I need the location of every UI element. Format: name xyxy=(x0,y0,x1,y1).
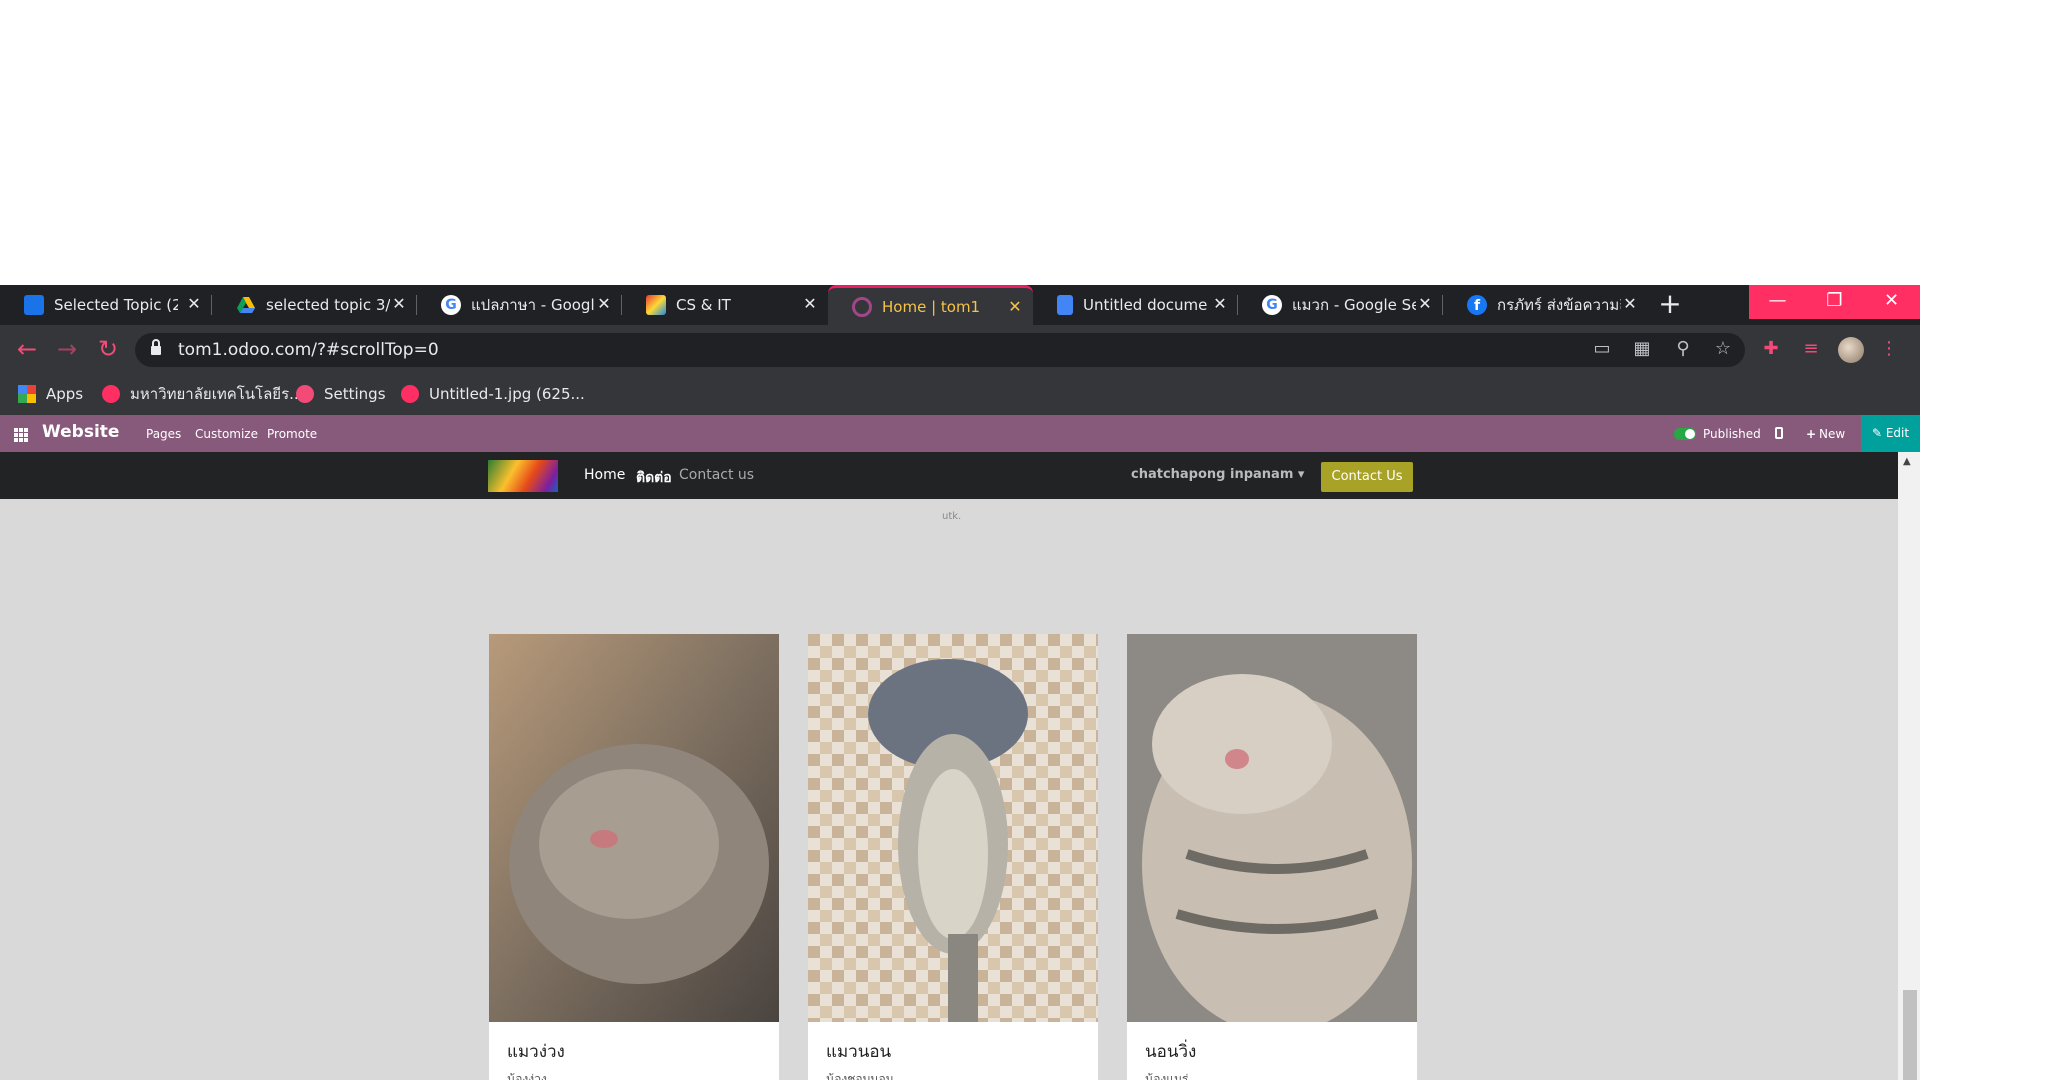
bookmark-apps[interactable]: Apps xyxy=(18,382,83,406)
close-icon[interactable]: ✕ xyxy=(1415,294,1435,313)
page-caption: utk. xyxy=(942,511,962,522)
odoo-app-name[interactable]: Website xyxy=(42,422,119,442)
caret-down-icon: ▾ xyxy=(1297,467,1305,482)
tab-google-search[interactable]: G แมวก - Google Sea ✕ xyxy=(1238,285,1443,325)
bookmark-settings[interactable]: Settings xyxy=(296,382,386,406)
bookmark-untitled-jpg[interactable]: Untitled-1.jpg (625... xyxy=(401,382,585,406)
nav-contact-us[interactable]: Contact us xyxy=(679,467,754,483)
reading-list-icon[interactable]: ≡ xyxy=(1798,336,1824,362)
close-icon[interactable]: ✕ xyxy=(389,294,409,313)
google-icon: G xyxy=(1262,295,1282,315)
tab-untitled-document[interactable]: Untitled document ✕ xyxy=(1033,285,1238,325)
pencil-icon: ✎ xyxy=(1871,426,1886,440)
extensions-puzzle-icon[interactable]: ✚ xyxy=(1758,336,1784,362)
bookmark-label: Settings xyxy=(324,385,386,403)
close-icon[interactable]: ✕ xyxy=(1005,297,1025,316)
card-2[interactable]: แมวนอน น้องชอบนอน xyxy=(808,634,1098,1080)
card-title: นอนวิ่ง xyxy=(1145,1042,1197,1062)
plus-icon: + xyxy=(1806,427,1817,441)
url-text[interactable]: tom1.odoo.com/?#scrollTop=0 xyxy=(178,340,439,360)
menu-pages[interactable]: Pages xyxy=(146,427,181,441)
tab-cs-it[interactable]: CS & IT ✕ xyxy=(622,285,828,325)
close-icon[interactable]: ✕ xyxy=(800,294,820,313)
google-icon: G xyxy=(441,295,461,315)
back-arrow-icon[interactable]: ← xyxy=(12,334,42,364)
tab-title: แปลภาษา - Google xyxy=(471,296,595,314)
bookmark-label: Apps xyxy=(46,385,84,403)
close-icon[interactable]: ✕ xyxy=(184,294,204,313)
nav-home[interactable]: Home xyxy=(584,467,625,483)
settings-gear-icon xyxy=(296,385,314,403)
restore-button[interactable]: ❐ xyxy=(1806,285,1863,319)
google-classroom-icon xyxy=(24,295,44,315)
card-1[interactable]: แมวง่วง น้องง่วง xyxy=(489,634,779,1080)
card-3[interactable]: นอนวิ่ง น้องแมร่ xyxy=(1127,634,1417,1080)
menu-kebab-icon[interactable]: ⋮ xyxy=(1876,336,1902,362)
nav-contact-thai[interactable]: ติดต่อ xyxy=(636,467,672,489)
tab-title: Home | tom1 xyxy=(882,297,981,316)
menu-promote[interactable]: Promote xyxy=(267,427,317,441)
close-icon[interactable]: ✕ xyxy=(1210,294,1230,313)
bookmark-label: มหาวิทยาลัยเทคโนโลยีร... xyxy=(130,385,304,403)
qr-code-icon[interactable]: ▦ xyxy=(1629,336,1655,362)
tab-translate[interactable]: G แปลภาษา - Google ✕ xyxy=(417,285,622,325)
scrollbar-thumb[interactable] xyxy=(1903,990,1917,1080)
app-menu-grid-icon[interactable] xyxy=(14,427,28,442)
card-title: แมวนอน xyxy=(826,1042,892,1062)
scroll-up-arrow-icon[interactable]: ▲ xyxy=(1903,456,1911,467)
new-button[interactable]: New xyxy=(1819,427,1845,441)
site-icon xyxy=(646,295,666,315)
tab-title: CS & IT xyxy=(676,296,731,314)
bookmark-site-icon xyxy=(401,385,419,403)
site-header xyxy=(0,452,1898,499)
close-icon[interactable]: ✕ xyxy=(1620,294,1640,313)
contact-us-button[interactable]: Contact Us xyxy=(1321,462,1413,492)
new-tab-button[interactable]: + xyxy=(1655,287,1685,321)
bookmark-site-icon xyxy=(102,385,120,403)
google-drive-icon xyxy=(236,295,256,315)
tab-selected-topic-2[interactable]: Selected Topic (2/2 ✕ xyxy=(0,285,212,325)
forward-arrow-icon[interactable]: → xyxy=(52,334,82,364)
site-logo[interactable] xyxy=(488,460,558,492)
cast-icon[interactable]: ▭ xyxy=(1589,336,1615,362)
cat-image-1 xyxy=(489,634,779,1022)
lock-icon[interactable] xyxy=(150,339,162,357)
page-scrollbar[interactable] xyxy=(1898,452,1920,1080)
tab-title: Untitled document xyxy=(1083,296,1207,314)
mobile-preview-icon[interactable] xyxy=(1775,427,1783,439)
card-title: แมวง่วง xyxy=(507,1042,565,1062)
google-docs-icon xyxy=(1057,295,1073,315)
apps-grid-icon xyxy=(18,385,36,403)
cat-image-3 xyxy=(1127,634,1417,1022)
menu-customize[interactable]: Customize xyxy=(195,427,258,441)
zoom-icon[interactable]: ⚲ xyxy=(1670,336,1696,362)
minimize-button[interactable]: — xyxy=(1749,285,1806,319)
tab-title: Selected Topic (2/2 xyxy=(54,296,178,314)
user-name: chatchapong inpanam xyxy=(1131,467,1294,482)
edit-label: Edit xyxy=(1885,426,1910,440)
tab-title: แมวก - Google Sea xyxy=(1292,296,1416,314)
published-label: Published xyxy=(1703,427,1761,441)
bookmark-label: Untitled-1.jpg (625... xyxy=(429,385,585,403)
card-subtitle: น้องชอบนอน xyxy=(826,1072,894,1080)
bookmark-university[interactable]: มหาวิทยาลัยเทคโนโลยีร... xyxy=(102,382,303,406)
card-subtitle: น้องง่วง xyxy=(507,1072,547,1080)
profile-avatar[interactable] xyxy=(1838,337,1864,363)
facebook-icon: f xyxy=(1467,295,1487,315)
tab-home-tom1[interactable]: Home | tom1 ✕ xyxy=(828,285,1033,325)
edit-button[interactable]: ✎ Edit xyxy=(1861,415,1920,452)
tab-title: selected topic 3/3/ xyxy=(266,296,390,314)
user-menu[interactable]: chatchapong inpanam ▾ xyxy=(1131,467,1304,482)
close-window-button[interactable]: ✕ xyxy=(1863,285,1920,319)
card-subtitle: น้องแมร่ xyxy=(1145,1072,1189,1080)
odoo-icon xyxy=(852,296,872,317)
tab-facebook[interactable]: f กรภัทร์ ส่งข้อความถึง ✕ xyxy=(1443,285,1648,325)
bookmark-star-icon[interactable]: ☆ xyxy=(1710,336,1736,362)
reload-icon[interactable]: ↻ xyxy=(93,334,123,364)
close-icon[interactable]: ✕ xyxy=(594,294,614,313)
cat-image-2 xyxy=(808,634,1098,1022)
published-toggle[interactable] xyxy=(1674,428,1696,440)
tab-title: กรภัทร์ ส่งข้อความถึง xyxy=(1497,296,1621,314)
tab-selected-topic-3[interactable]: selected topic 3/3/ ✕ xyxy=(212,285,417,325)
